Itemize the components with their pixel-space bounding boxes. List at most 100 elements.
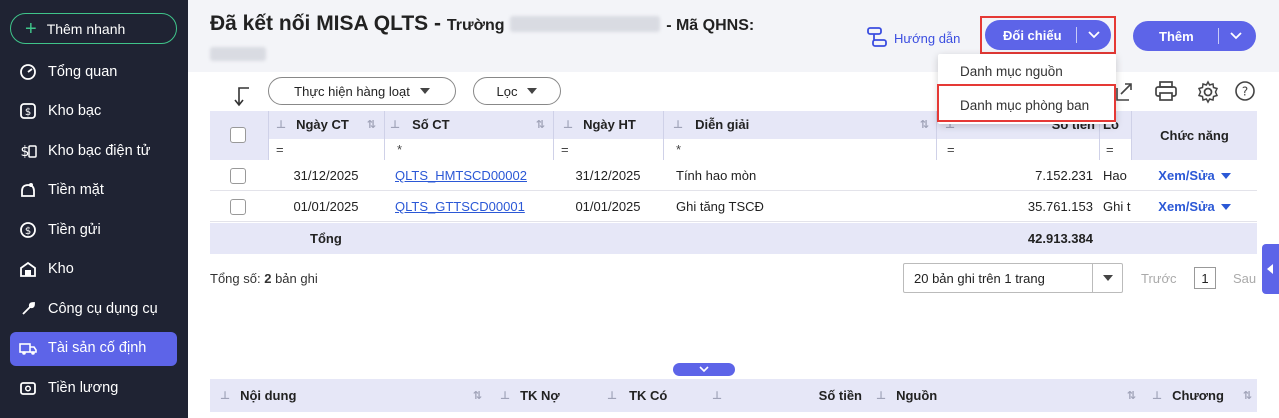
col-ngay-ct[interactable]: ⊥ Ngày CT ⇅ [276,111,376,138]
pin-icon[interactable]: ⊥ [500,389,510,402]
cell-so-tien: 7.152.231 [1035,168,1093,183]
filter-operator[interactable]: = [1106,142,1114,157]
sidebar-item-e-treasury[interactable]: $ Kho bạc điện tử [0,131,188,171]
row-checkbox[interactable] [230,198,246,215]
total-row: Tổng 42.913.384 [210,223,1257,254]
record-count-suffix: bản ghi [275,271,318,286]
filter-operator[interactable]: * [676,142,681,157]
sidebar-item-label: Kho bạc điện tử [48,142,151,159]
prev-page-button[interactable]: Trước [1141,271,1177,286]
cell-so-tien: 35.761.153 [1027,199,1093,214]
filter-operator[interactable]: = [276,142,284,157]
sidebar-item-salary[interactable]: Tiền lương [0,368,188,408]
menu-item-source-catalog[interactable]: Danh mục nguồn [938,54,1116,88]
col-ngay-ht[interactable]: ⊥ Ngày HT [563,111,663,138]
filter-button[interactable]: Lọc [473,77,561,105]
sort-icon[interactable]: ⇅ [473,389,482,402]
detail-col-amount[interactable]: ⊥ Số tiền [712,382,862,409]
sort-icon[interactable]: ⇅ [1243,389,1252,402]
pin-icon[interactable]: ⊥ [712,389,722,402]
qhns-code-redacted [210,47,266,62]
detail-table-header: ⊥ Nội dung ⇅ ⊥ TK Nợ ⊥ TK Có ⊥ Số tiền ⊥… [210,379,1257,412]
pin-icon[interactable]: ⊥ [876,389,886,402]
col-label: Chương [1172,388,1224,403]
expand-arrow-icon[interactable] [232,86,252,111]
filter-ngay-ht[interactable]: = [553,139,663,160]
cell-so-ct: QLTS_GTTSCD00001 [395,191,555,222]
col-so-ct[interactable]: ⊥ Số CT ⇅ [390,111,545,138]
view-edit-link[interactable]: Xem/Sửa [1158,199,1214,214]
voucher-link[interactable]: QLTS_GTTSCD00001 [395,199,525,214]
sidebar-item-tools[interactable]: Công cụ dụng cụ [0,289,188,329]
sidebar-item-cash[interactable]: Tiền mặt [0,171,188,211]
filter-loai[interactable]: = [1100,139,1131,160]
caret-down-icon[interactable] [1220,203,1231,210]
sidebar-item-deposit[interactable]: $ Tiền gửi [0,210,188,250]
pin-icon[interactable]: ⊥ [1152,389,1162,402]
side-panel-toggle[interactable] [1262,244,1279,294]
caret-down-icon[interactable] [1092,264,1122,292]
record-count-prefix: Tổng số: [210,271,261,286]
pin-icon[interactable]: ⊥ [607,389,617,402]
filter-operator[interactable]: = [947,142,955,157]
col-label: Số CT [412,117,450,132]
sidebar-item-fixed-assets[interactable]: Tài sản cố định [0,329,188,369]
bulk-action-button[interactable]: Thực hiện hàng loạt [268,77,456,105]
filter-so-tien[interactable]: = [937,139,1099,160]
treasury-icon: $ [18,101,38,121]
add-button[interactable]: Thêm [1133,21,1256,51]
pin-icon[interactable]: ⊥ [563,118,573,131]
caret-down-icon[interactable] [1220,172,1231,179]
sort-icon[interactable]: ⇅ [367,118,376,131]
chevron-down-icon[interactable] [1219,32,1253,40]
detail-col-source[interactable]: ⊥ Nguồn ⇅ [876,382,1136,409]
gear-icon[interactable] [1196,80,1220,107]
next-page-button[interactable]: Sau [1233,271,1261,286]
quick-add-button[interactable]: + Thêm nhanh [10,13,177,44]
sort-icon[interactable]: ⇅ [1127,389,1136,402]
select-all-cell [230,125,246,145]
filter-so-ct[interactable]: * [385,139,562,160]
row-checkbox[interactable] [230,167,246,184]
guide-link[interactable]: Hướng dẫn [866,26,960,51]
sidebar-item-overview[interactable]: Tổng quan [0,52,188,92]
col-label: Ngày HT [583,117,636,132]
col-divider [553,111,554,160]
export-icon[interactable] [1115,80,1133,105]
table-row[interactable]: 01/01/2025 QLTS_GTTSCD00001 01/01/2025 G… [210,191,1257,222]
pin-icon[interactable]: ⊥ [276,118,286,131]
col-dien-giai[interactable]: ⊥ Diễn giải ⇅ [673,111,929,138]
row-select [230,191,246,222]
sidebar-item-warehouse[interactable]: Kho [0,250,188,290]
filter-ngay-ct[interactable]: = [268,139,384,160]
sidebar-item-treasury[interactable]: $ Kho bạc [0,92,188,132]
cell-ngay-ht: 01/01/2025 [575,199,641,214]
collapse-panel-button[interactable] [673,363,735,376]
detail-col-content[interactable]: ⊥ Nội dung ⇅ [220,382,482,409]
page-size-select[interactable]: 20 bản ghi trên 1 trang [903,263,1123,293]
pin-icon[interactable]: ⊥ [673,118,683,131]
select-all-checkbox[interactable] [230,127,246,143]
filter-label: Lọc [496,83,518,99]
page-number[interactable]: 1 [1194,267,1216,289]
sort-icon[interactable]: ⇅ [536,118,545,131]
detail-col-debit[interactable]: ⊥ TK Nợ [500,382,590,409]
help-icon[interactable]: ? [1234,80,1256,105]
voucher-link[interactable]: QLTS_HMTSCD00002 [395,168,527,183]
filter-operator[interactable]: * [397,142,402,157]
sort-icon[interactable]: ⇅ [920,118,929,131]
detail-col-credit[interactable]: ⊥ TK Có [607,382,697,409]
sidebar-item-label: Kho bạc [48,103,102,120]
quick-add-label: Thêm nhanh [46,20,126,37]
pin-icon[interactable]: ⊥ [390,118,400,131]
title-dash: - [434,12,442,35]
pin-icon[interactable]: ⊥ [220,389,230,402]
printer-icon[interactable] [1154,80,1178,105]
filter-dien-giai[interactable]: * [664,139,936,160]
table-row[interactable]: 31/12/2025 QLTS_HMTSCD00002 31/12/2025 T… [210,160,1257,191]
detail-col-chapter[interactable]: ⊥ Chương ⇅ [1152,382,1252,409]
filter-operator[interactable]: = [561,142,569,157]
sidebar: + Thêm nhanh Tổng quan $ Kho bạc $ Kho b… [0,0,188,418]
view-edit-link[interactable]: Xem/Sửa [1158,168,1214,183]
col-actions: Chức năng [1132,111,1257,160]
